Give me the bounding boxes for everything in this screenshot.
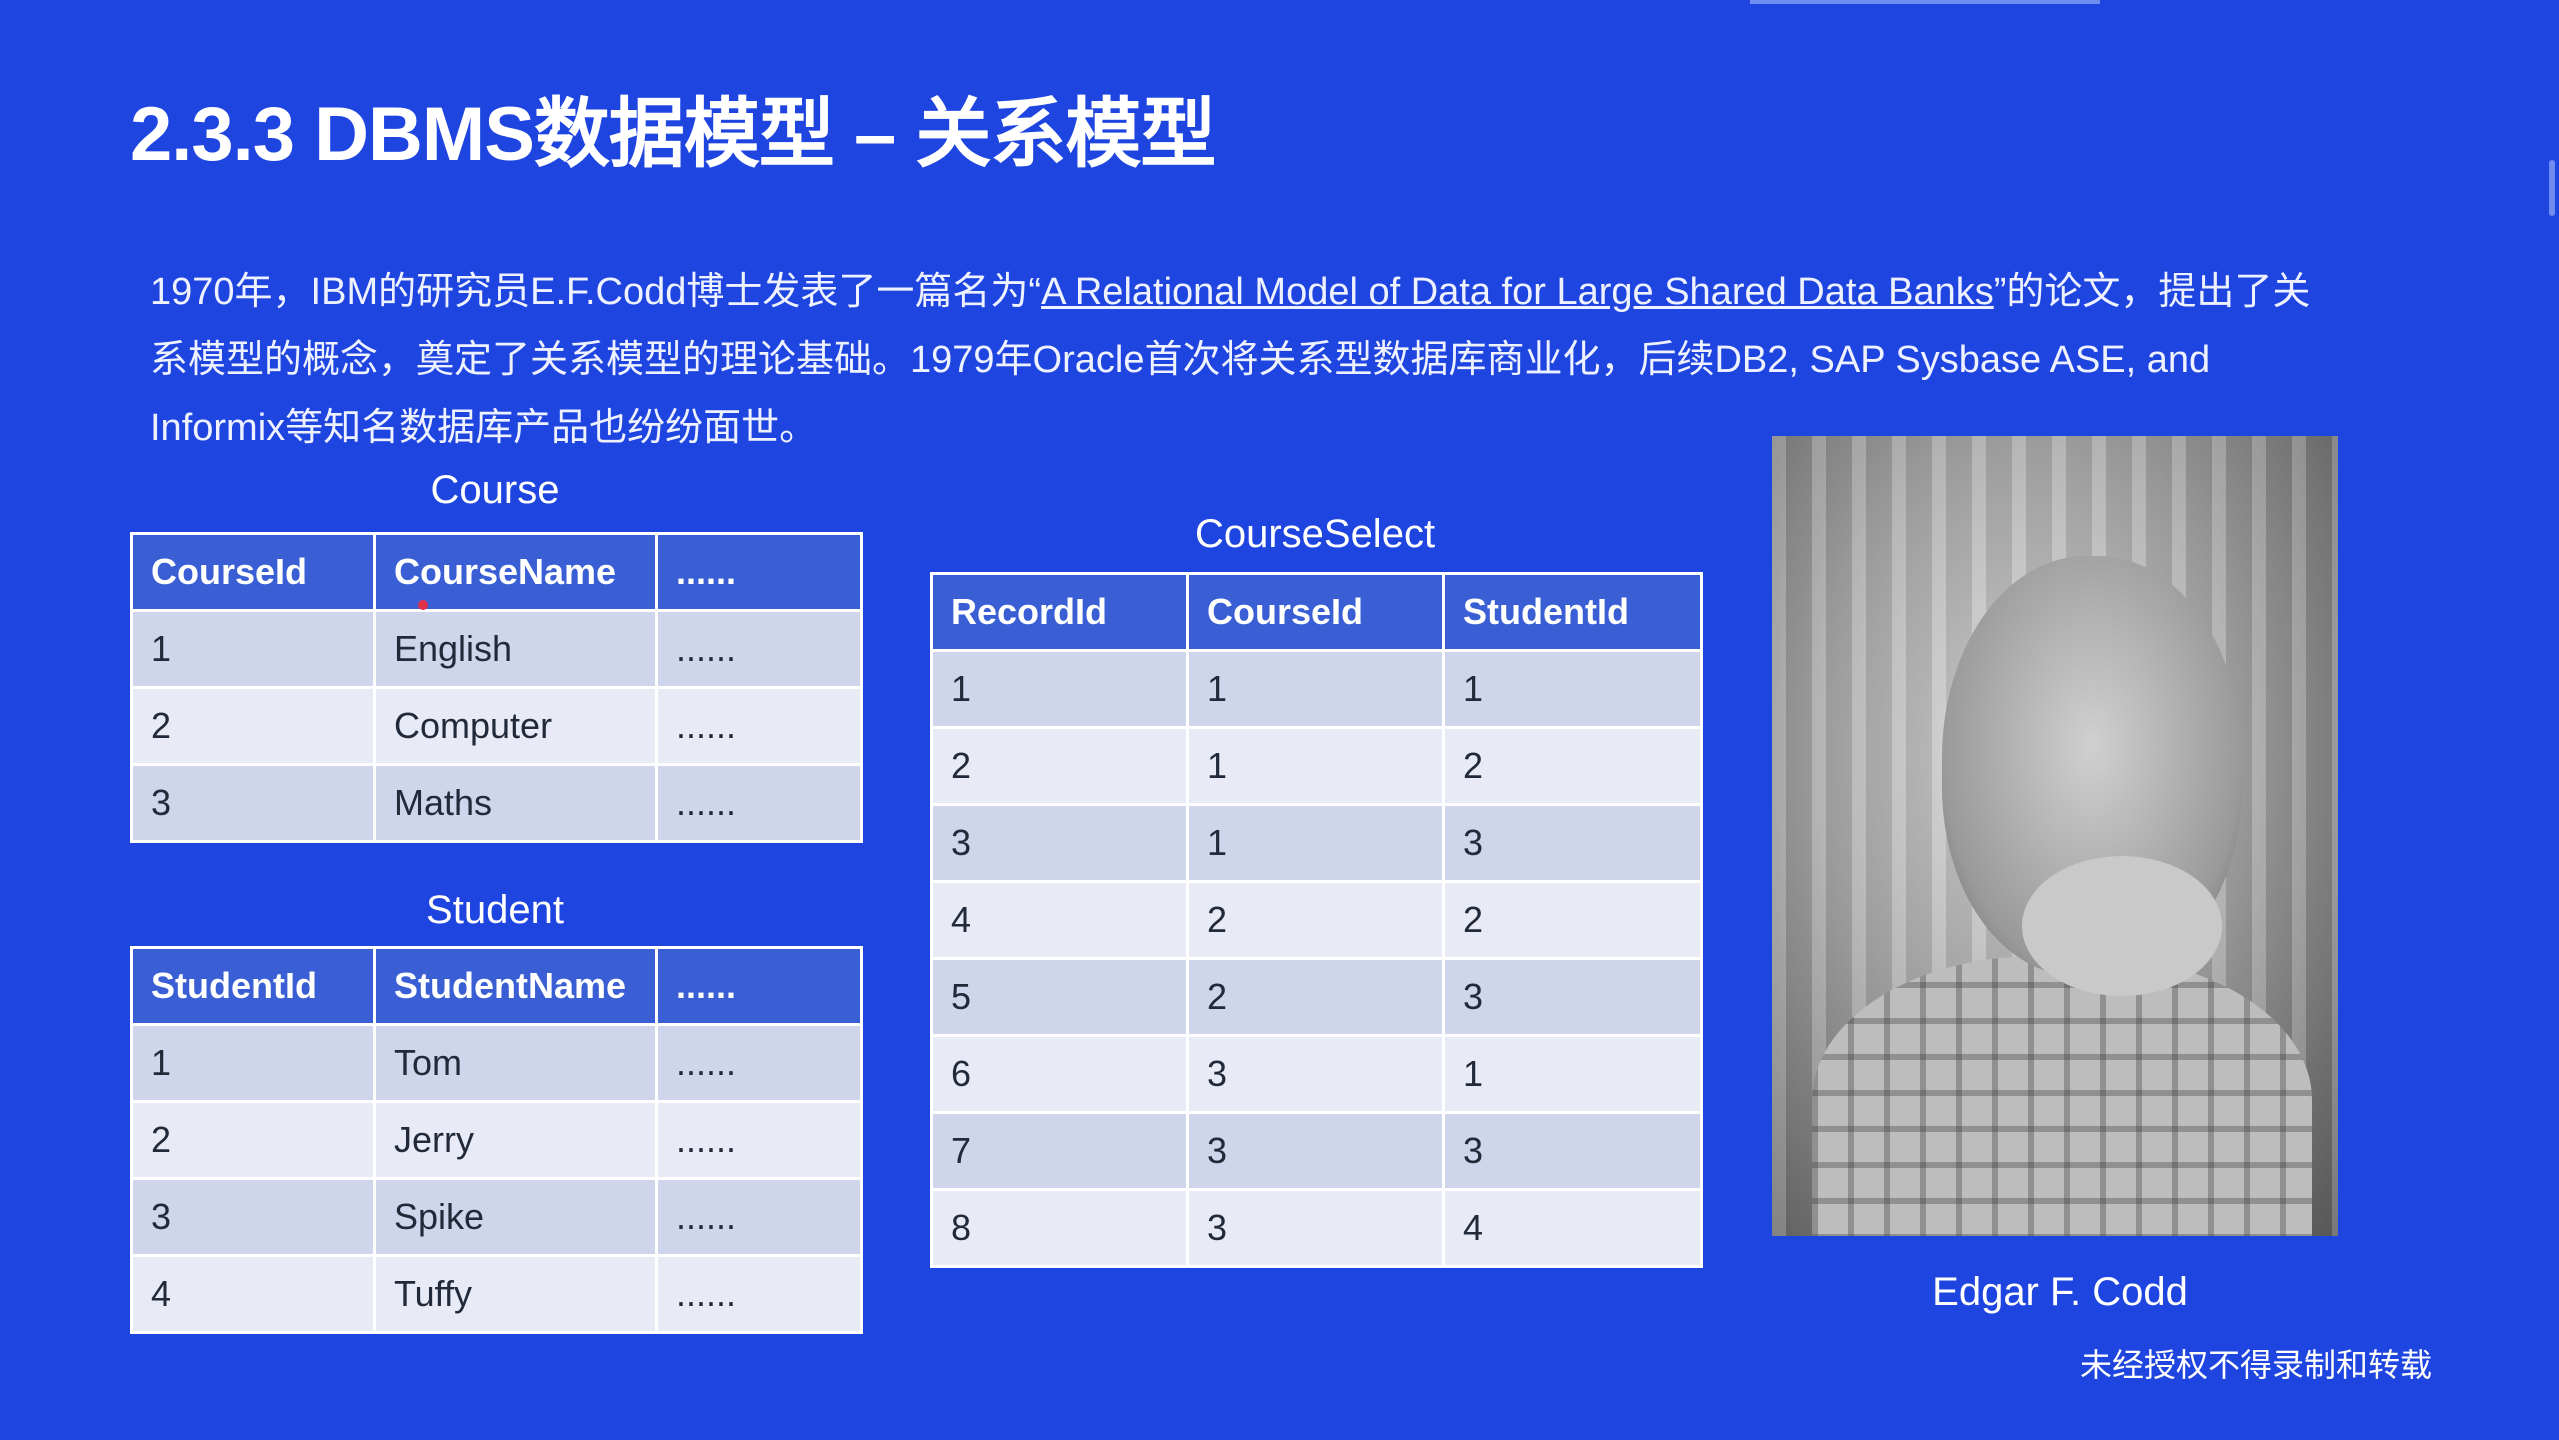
table-cell: Jerry bbox=[373, 1100, 658, 1180]
table-row: 1 Tom ...... bbox=[130, 1023, 863, 1103]
column-header: StudentId bbox=[1442, 572, 1703, 652]
table-cell: 1 bbox=[1186, 803, 1445, 883]
table-row: 8 3 4 bbox=[930, 1188, 1703, 1268]
table-row: 1 English ...... bbox=[130, 609, 863, 689]
table-cell: ...... bbox=[655, 1023, 863, 1103]
course-table-caption: Course bbox=[430, 468, 560, 512]
table-cell: 4 bbox=[930, 880, 1189, 960]
table-cell: ...... bbox=[655, 609, 863, 689]
column-header: ...... bbox=[655, 532, 863, 612]
table-cell: ...... bbox=[655, 1254, 863, 1334]
courseselect-table: RecordId CourseId StudentId 1 1 1 2 1 2 … bbox=[930, 572, 1703, 1268]
table-cell: 1 bbox=[1442, 649, 1703, 729]
side-scroll-indicator[interactable] bbox=[2549, 160, 2555, 216]
column-header: CourseId bbox=[1186, 572, 1445, 652]
table-cell: 3 bbox=[130, 763, 376, 843]
table-cell: 2 bbox=[1186, 957, 1445, 1037]
table-cell: 4 bbox=[130, 1254, 376, 1334]
student-table: StudentId StudentName ...... 1 Tom .....… bbox=[130, 946, 863, 1334]
intro-paragraph: 1970年，IBM的研究员E.F.Codd博士发表了一篇名为“A Relatio… bbox=[150, 258, 2330, 462]
table-cell: 1 bbox=[1186, 726, 1445, 806]
top-scroll-indicator bbox=[1750, 0, 2100, 4]
table-cell: 3 bbox=[1186, 1188, 1445, 1268]
table-row: 3 Spike ...... bbox=[130, 1177, 863, 1257]
table-cell: 3 bbox=[1186, 1034, 1445, 1114]
table-cell: Maths bbox=[373, 763, 658, 843]
table-row: 3 1 3 bbox=[930, 803, 1703, 883]
table-cell: 4 bbox=[1442, 1188, 1703, 1268]
table-row: 2 Jerry ...... bbox=[130, 1100, 863, 1180]
table-cell: 3 bbox=[1442, 1111, 1703, 1191]
table-header-row: StudentId StudentName ...... bbox=[130, 946, 863, 1026]
table-cell: Spike bbox=[373, 1177, 658, 1257]
table-cell: English bbox=[373, 609, 658, 689]
student-table-caption: Student bbox=[426, 888, 564, 932]
photo-hand bbox=[2022, 856, 2222, 996]
table-cell: 2 bbox=[130, 686, 376, 766]
table-cell: 3 bbox=[1442, 803, 1703, 883]
table-cell: Computer bbox=[373, 686, 658, 766]
table-cell: 1 bbox=[930, 649, 1189, 729]
column-header: StudentName bbox=[373, 946, 658, 1026]
table-cell: 1 bbox=[130, 609, 376, 689]
intro-text-part1: 1970年，IBM的研究员E.F.Codd博士发表了一篇名为“ bbox=[150, 271, 1042, 313]
slide-title: 2.3.3 DBMS数据模型 – 关系模型 bbox=[130, 92, 1216, 177]
courseselect-table-caption: CourseSelect bbox=[1194, 512, 1436, 556]
table-cell: Tom bbox=[373, 1023, 658, 1103]
table-cell: 7 bbox=[930, 1111, 1189, 1191]
table-cell: ...... bbox=[655, 686, 863, 766]
table-cell: 5 bbox=[930, 957, 1189, 1037]
table-header-row: CourseId CourseName ...... bbox=[130, 532, 863, 612]
column-header: ...... bbox=[655, 946, 863, 1026]
table-row: 4 2 2 bbox=[930, 880, 1703, 960]
table-row: 2 Computer ...... bbox=[130, 686, 863, 766]
table-cell: ...... bbox=[655, 1177, 863, 1257]
photo-shirt bbox=[1812, 956, 2312, 1236]
pointer-cursor-icon bbox=[418, 600, 428, 610]
table-cell: 1 bbox=[1442, 1034, 1703, 1114]
table-row: 2 1 2 bbox=[930, 726, 1703, 806]
table-cell: ...... bbox=[655, 763, 863, 843]
table-row: 3 Maths ...... bbox=[130, 763, 863, 843]
table-cell: 2 bbox=[1442, 726, 1703, 806]
table-row: 6 3 1 bbox=[930, 1034, 1703, 1114]
column-header: RecordId bbox=[930, 572, 1189, 652]
table-cell: 2 bbox=[930, 726, 1189, 806]
table-cell: 1 bbox=[130, 1023, 376, 1103]
table-cell: 8 bbox=[930, 1188, 1189, 1268]
column-header: CourseId bbox=[130, 532, 376, 612]
table-cell: 1 bbox=[1186, 649, 1445, 729]
codd-portrait-photo bbox=[1772, 436, 2338, 1236]
table-row: 4 Tuffy ...... bbox=[130, 1254, 863, 1334]
course-table: CourseId CourseName ...... 1 English ...… bbox=[130, 532, 863, 843]
table-cell: 2 bbox=[1442, 880, 1703, 960]
table-cell: ...... bbox=[655, 1100, 863, 1180]
table-cell: 2 bbox=[1186, 880, 1445, 960]
table-cell: 3 bbox=[930, 803, 1189, 883]
paper-title-link[interactable]: A Relational Model of Data for Large Sha… bbox=[1041, 271, 1994, 313]
table-cell: 6 bbox=[930, 1034, 1189, 1114]
table-row: 5 2 3 bbox=[930, 957, 1703, 1037]
table-row: 7 3 3 bbox=[930, 1111, 1703, 1191]
table-cell: Tuffy bbox=[373, 1254, 658, 1334]
portrait-caption: Edgar F. Codd bbox=[1932, 1270, 2188, 1314]
table-row: 1 1 1 bbox=[930, 649, 1703, 729]
table-cell: 3 bbox=[130, 1177, 376, 1257]
table-cell: 3 bbox=[1186, 1111, 1445, 1191]
table-cell: 3 bbox=[1442, 957, 1703, 1037]
watermark-text: 未经授权不得录制和转载 bbox=[2080, 1347, 2433, 1383]
column-header: CourseName bbox=[373, 532, 658, 612]
table-header-row: RecordId CourseId StudentId bbox=[930, 572, 1703, 652]
table-cell: 2 bbox=[130, 1100, 376, 1180]
column-header: StudentId bbox=[130, 946, 376, 1026]
